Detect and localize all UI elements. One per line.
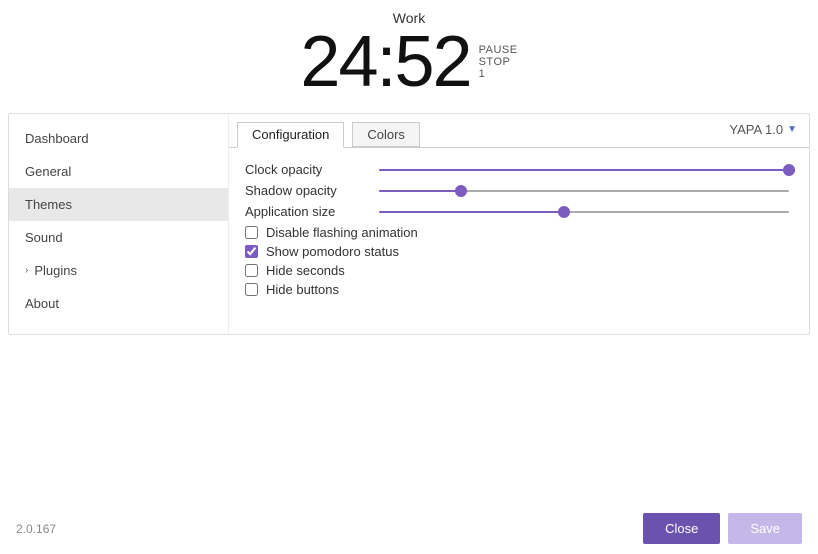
timer-time: 24:52 (300, 26, 470, 98)
sidebar-item-label: About (25, 296, 59, 311)
show-pomodoro-checkbox[interactable] (245, 245, 258, 258)
sidebar-item-sound[interactable]: Sound (9, 221, 228, 254)
hide-seconds-label[interactable]: Hide seconds (266, 263, 345, 278)
theme-dropdown-value: YAPA 1.0 (729, 122, 783, 137)
config-content: Clock opacity Shadow opacity (229, 158, 809, 305)
sidebar-item-dashboard[interactable]: Dashboard (9, 122, 228, 155)
settings-body: Dashboard General Themes Sound › Plugins… (9, 114, 809, 334)
footer-buttons: Close Save (643, 513, 802, 544)
disable-flashing-row: Disable flashing animation (245, 225, 793, 240)
sidebar: Dashboard General Themes Sound › Plugins… (9, 114, 229, 334)
dropdown-arrow-icon: ▼ (787, 124, 797, 135)
pause-button[interactable]: PAUSE (479, 44, 518, 56)
hide-buttons-checkbox[interactable] (245, 283, 258, 296)
stop-button[interactable]: STOP (479, 56, 511, 68)
hide-buttons-row: Hide buttons (245, 282, 793, 297)
clock-opacity-slider[interactable] (379, 169, 789, 171)
close-button[interactable]: Close (643, 513, 720, 544)
clock-opacity-label: Clock opacity (245, 162, 375, 177)
shadow-opacity-row: Shadow opacity (245, 183, 793, 198)
application-size-slider[interactable] (379, 211, 789, 213)
tab-colors[interactable]: Colors (352, 122, 420, 147)
sidebar-item-label: Plugins (34, 263, 77, 278)
sidebar-item-themes[interactable]: Themes (9, 188, 228, 221)
timer-controls: PAUSE STOP 1 (479, 44, 518, 80)
sidebar-item-label: General (25, 164, 71, 179)
settings-container: Dashboard General Themes Sound › Plugins… (8, 113, 810, 335)
show-pomodoro-label[interactable]: Show pomodoro status (266, 244, 399, 259)
hide-buttons-label[interactable]: Hide buttons (266, 282, 339, 297)
tabs: Configuration Colors (229, 114, 809, 148)
version-label: 2.0.167 (16, 522, 56, 536)
main-content: YAPA 1.0 ▼ Configuration Colors Clock op… (229, 114, 809, 334)
disable-flashing-label[interactable]: Disable flashing animation (266, 225, 418, 240)
disable-flashing-checkbox[interactable] (245, 226, 258, 239)
application-size-label: Application size (245, 204, 375, 219)
footer: 2.0.167 Close Save (0, 503, 818, 554)
sidebar-item-label: Sound (25, 230, 63, 245)
application-size-row: Application size (245, 204, 793, 219)
theme-dropdown[interactable]: YAPA 1.0 ▼ (729, 122, 797, 137)
sidebar-item-label: Themes (25, 197, 72, 212)
sidebar-item-label: Dashboard (25, 131, 89, 146)
hide-seconds-row: Hide seconds (245, 263, 793, 278)
tab-configuration[interactable]: Configuration (237, 122, 344, 148)
show-pomodoro-row: Show pomodoro status (245, 244, 793, 259)
timer-count: 1 (479, 68, 485, 80)
sidebar-item-about[interactable]: About (9, 287, 228, 320)
timer-display: 24:52 PAUSE STOP 1 (300, 26, 517, 98)
sidebar-item-general[interactable]: General (9, 155, 228, 188)
timer-section: Work 24:52 PAUSE STOP 1 (0, 0, 818, 113)
sidebar-item-plugins[interactable]: › Plugins (9, 254, 228, 287)
shadow-opacity-slider[interactable] (379, 190, 789, 192)
hide-seconds-checkbox[interactable] (245, 264, 258, 277)
shadow-opacity-label: Shadow opacity (245, 183, 375, 198)
save-button[interactable]: Save (728, 513, 802, 544)
clock-opacity-row: Clock opacity (245, 162, 793, 177)
chevron-icon: › (25, 265, 28, 276)
